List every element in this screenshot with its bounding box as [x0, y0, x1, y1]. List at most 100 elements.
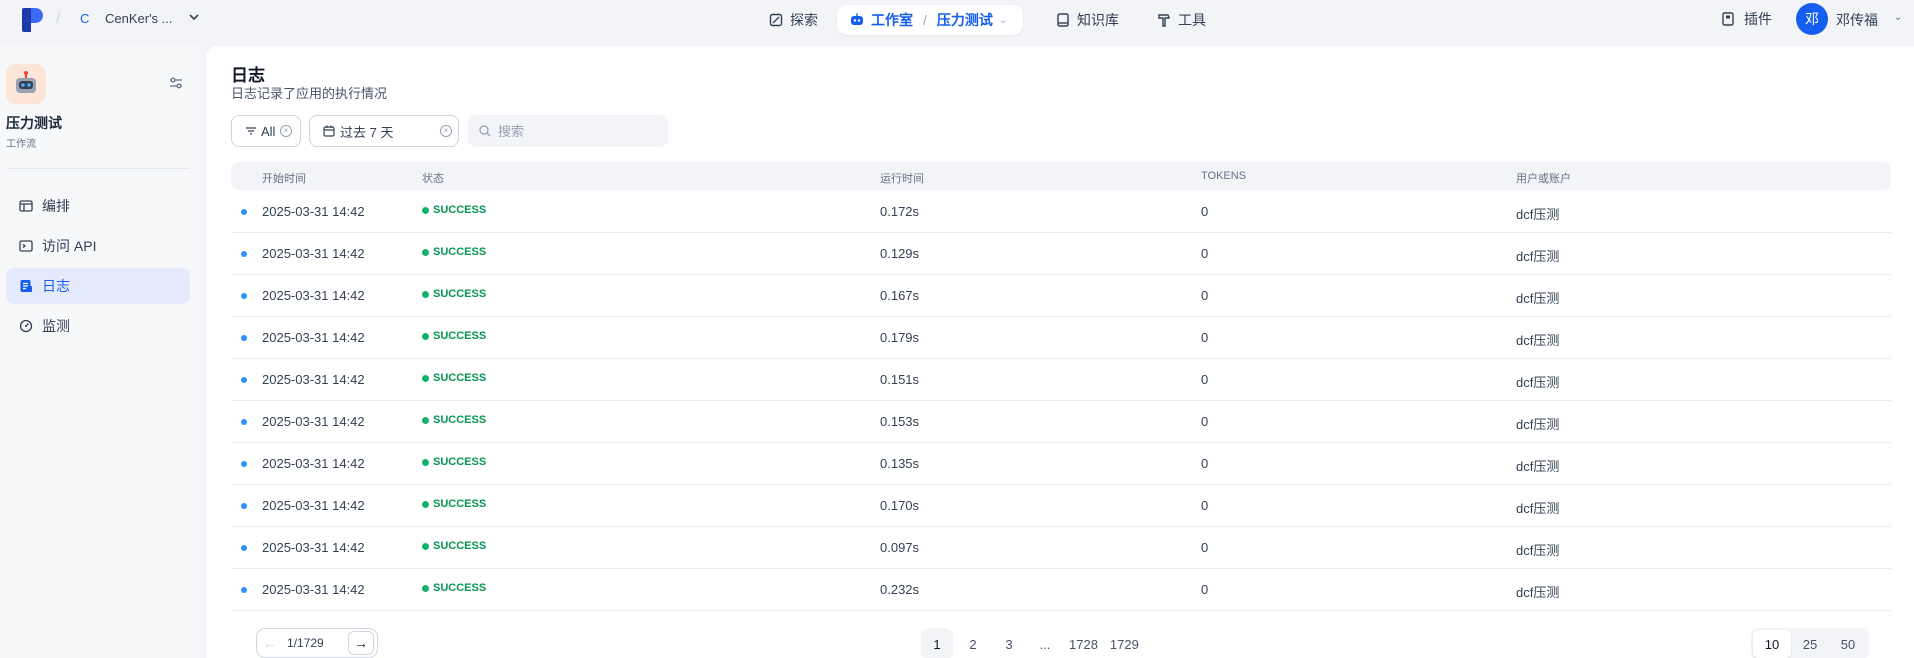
cell-runtime: 0.170s [880, 498, 920, 513]
nav-explore[interactable]: 探索 [760, 5, 826, 35]
table-body: 2025-03-31 14:42 SUCCESS 0.172s 0 dcf压测 … [231, 191, 1891, 611]
settings-toggle-icon[interactable] [168, 75, 184, 91]
user-name[interactable]: 邓传福 [1836, 10, 1878, 30]
nav-knowledge[interactable]: 知识库 [1047, 5, 1127, 35]
status-badge: SUCCESS [422, 246, 486, 258]
table-row[interactable]: 2025-03-31 14:42 SUCCESS 0.179s 0 dcf压测 [231, 317, 1891, 359]
sidebar-item-monitor[interactable]: 监测 [6, 308, 190, 344]
calendar-icon [322, 124, 336, 138]
status-badge: SUCCESS [422, 582, 486, 594]
nav-studio-label: 工作室 [871, 12, 913, 28]
robot-icon [16, 71, 36, 93]
nav-studio[interactable]: 工作室 / 压力测试 ⌄ [837, 5, 1023, 35]
unread-dot [241, 503, 247, 509]
sidebar-item-api[interactable]: 访问 API [6, 228, 190, 264]
date-filter[interactable]: 过去 7 天 × [309, 115, 459, 147]
sidebar-item-label: 访问 API [42, 238, 97, 254]
status-text: SUCCESS [433, 456, 487, 468]
table-row[interactable]: 2025-03-31 14:42 SUCCESS 0.170s 0 dcf压测 [231, 485, 1891, 527]
cell-user: dcf压测 [1516, 207, 1560, 222]
cell-user: dcf压测 [1516, 417, 1560, 432]
cell-runtime: 0.179s [880, 330, 920, 345]
monitor-icon [18, 318, 34, 334]
page-button[interactable]: 1728 [1065, 628, 1102, 658]
page-button[interactable]: 1 [921, 628, 953, 658]
sidebar-item-logs[interactable]: 日志 [6, 268, 190, 304]
page-size-option[interactable]: 25 [1791, 630, 1829, 658]
status-badge: SUCCESS [422, 330, 486, 342]
table-row[interactable]: 2025-03-31 14:42 SUCCESS 0.097s 0 dcf压测 [231, 527, 1891, 569]
column-header-tokens[interactable]: TOKENS [1201, 170, 1246, 182]
status-text: SUCCESS [433, 330, 487, 342]
search-box[interactable] [468, 115, 668, 147]
table-row[interactable]: 2025-03-31 14:42 SUCCESS 0.172s 0 dcf压测 [231, 191, 1891, 233]
status-text: SUCCESS [433, 498, 487, 510]
cell-runtime: 0.151s [880, 372, 920, 387]
column-header-user[interactable]: 用户或账户 [1516, 170, 1571, 186]
cell-user: dcf压测 [1516, 333, 1560, 348]
cell-runtime: 0.167s [880, 288, 920, 303]
table-row[interactable]: 2025-03-31 14:42 SUCCESS 0.129s 0 dcf压测 [231, 233, 1891, 275]
cell-tokens: 0 [1201, 246, 1209, 261]
table-row[interactable]: 2025-03-31 14:42 SUCCESS 0.167s 0 dcf压测 [231, 275, 1891, 317]
page-size-option[interactable]: 50 [1829, 630, 1867, 658]
cell-tokens: 0 [1201, 540, 1209, 555]
page-button[interactable]: 1729 [1106, 628, 1143, 658]
column-header-runtime[interactable]: 运行时间 [880, 170, 924, 186]
table-header: 开始时间 状态 运行时间 TOKENS 用户或账户 [231, 162, 1891, 190]
workspace-selector[interactable]: CenKer's ... [105, 11, 173, 26]
page-ellipsis[interactable]: ... [1029, 628, 1061, 658]
next-page-button[interactable]: → [348, 631, 374, 655]
table-row[interactable]: 2025-03-31 14:42 SUCCESS 0.153s 0 dcf压测 [231, 401, 1891, 443]
sidebar-item-orchestrate[interactable]: 编排 [6, 188, 190, 224]
table-row[interactable]: 2025-03-31 14:42 SUCCESS 0.151s 0 dcf压测 [231, 359, 1891, 401]
chevron-down-icon[interactable] [186, 9, 202, 25]
column-header-status[interactable]: 状态 [422, 170, 444, 186]
cell-tokens: 0 [1201, 372, 1209, 387]
cell-runtime: 0.153s [880, 414, 920, 429]
page-navigator: ← 1/1729 → [256, 628, 378, 658]
hammer-icon [1156, 12, 1172, 28]
layout-icon [18, 198, 34, 214]
app-logo[interactable] [22, 8, 44, 32]
unread-dot [241, 335, 247, 341]
unread-dot [241, 377, 247, 383]
nav-knowledge-label: 知识库 [1077, 12, 1119, 28]
status-filter[interactable]: All × [231, 115, 301, 147]
cell-user: dcf压测 [1516, 585, 1560, 600]
plugins-button[interactable]: 插件 [1720, 9, 1772, 29]
clear-icon[interactable]: × [440, 125, 452, 137]
prev-page-button[interactable]: ← [257, 631, 283, 655]
search-input[interactable] [498, 123, 658, 139]
main-panel: 日志 日志记录了应用的执行情况 All × 过去 7 天 × 开始时间 状态 运… [206, 46, 1914, 658]
column-header-start-time[interactable]: 开始时间 [262, 170, 306, 186]
avatar[interactable]: 邓 [1796, 3, 1828, 35]
status-filter-value: All [261, 123, 276, 139]
table-row[interactable]: 2025-03-31 14:42 SUCCESS 0.232s 0 dcf压测 [231, 569, 1891, 611]
cell-user: dcf压测 [1516, 291, 1560, 306]
workspace-initial: C [80, 11, 90, 26]
cell-tokens: 0 [1201, 582, 1209, 597]
nav-tools-label: 工具 [1178, 12, 1206, 28]
status-badge: SUCCESS [422, 372, 486, 384]
clear-icon[interactable]: × [280, 125, 292, 137]
divider [8, 168, 190, 169]
chevron-down-icon[interactable]: ⌄ [1894, 12, 1902, 23]
page-size-option[interactable]: 10 [1753, 630, 1791, 658]
table-row[interactable]: 2025-03-31 14:42 SUCCESS 0.135s 0 dcf压测 [231, 443, 1891, 485]
cell-user: dcf压测 [1516, 249, 1560, 264]
cell-start-time: 2025-03-31 14:42 [262, 204, 365, 219]
unread-dot [241, 293, 247, 299]
page-button[interactable]: 2 [957, 628, 989, 658]
status-text: SUCCESS [433, 582, 487, 594]
chevron-down-icon[interactable]: ⌄ [999, 15, 1007, 26]
current-page[interactable]: 1 [287, 636, 294, 650]
page-button[interactable]: 3 [993, 628, 1025, 658]
nav-explore-label: 探索 [790, 12, 818, 28]
status-text: SUCCESS [433, 288, 487, 300]
cell-user: dcf压测 [1516, 459, 1560, 474]
nav-tools[interactable]: 工具 [1148, 5, 1214, 35]
nav-current-app[interactable]: 压力测试 [937, 10, 993, 30]
cell-start-time: 2025-03-31 14:42 [262, 330, 365, 345]
cell-tokens: 0 [1201, 204, 1209, 219]
